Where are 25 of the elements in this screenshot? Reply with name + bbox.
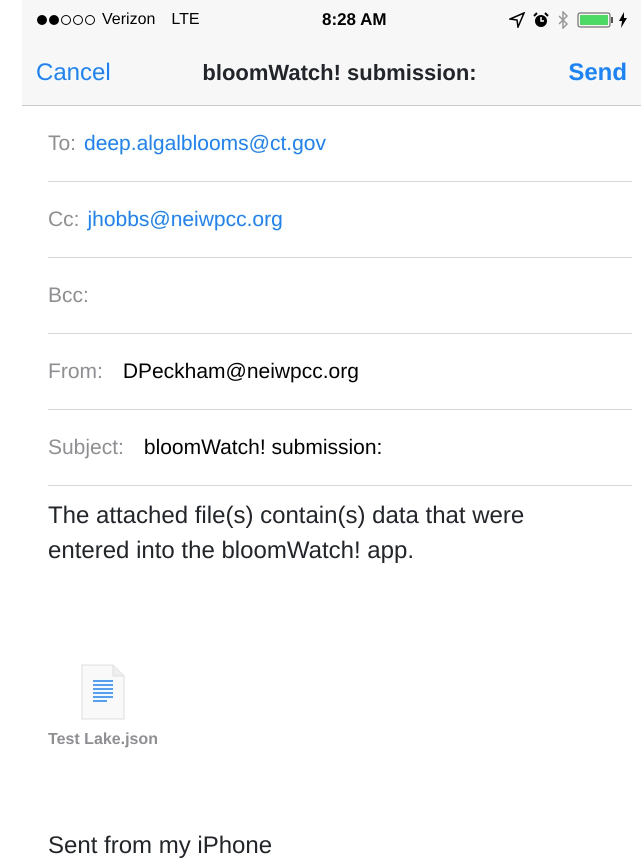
nav-title: bloomWatch! submission: — [202, 59, 477, 87]
message-body: The attached file(s) contain(s) data that were entered into the bloomWatch! app. — [48, 501, 526, 566]
clock-time: 8:28 AM — [322, 9, 387, 32]
carrier-name: Verizon — [102, 10, 156, 30]
field-label: Bcc: — [48, 282, 89, 309]
signal-icon — [36, 15, 98, 25]
attachment-name: Test Lake.json — [48, 730, 158, 750]
charging-icon — [619, 12, 627, 28]
address-token[interactable]: deep.algalblooms@ct.gov — [84, 128, 326, 160]
send-button[interactable]: Send — [568, 54, 627, 90]
field-label: Subject: — [48, 434, 124, 461]
network-type: LTE — [171, 10, 200, 30]
field-label: From: — [48, 358, 103, 385]
location-arrow-icon — [509, 12, 525, 28]
bluetooth-icon — [557, 11, 569, 29]
address-token[interactable]: jhobbs@neiwpcc.org — [88, 204, 283, 236]
field-value[interactable]: bloomWatch! submission: — [144, 432, 382, 464]
alarm-icon — [533, 12, 549, 28]
cancel-button[interactable]: Cancel — [36, 54, 111, 90]
field-value[interactable]: DPeckham@neiwpcc.org — [122, 356, 359, 388]
signature: Sent from my iPhone — [48, 831, 274, 861]
field-label: To: — [48, 130, 76, 157]
field-label: Cc: — [48, 206, 80, 233]
battery-icon — [577, 12, 615, 28]
document-icon[interactable] — [81, 664, 125, 720]
